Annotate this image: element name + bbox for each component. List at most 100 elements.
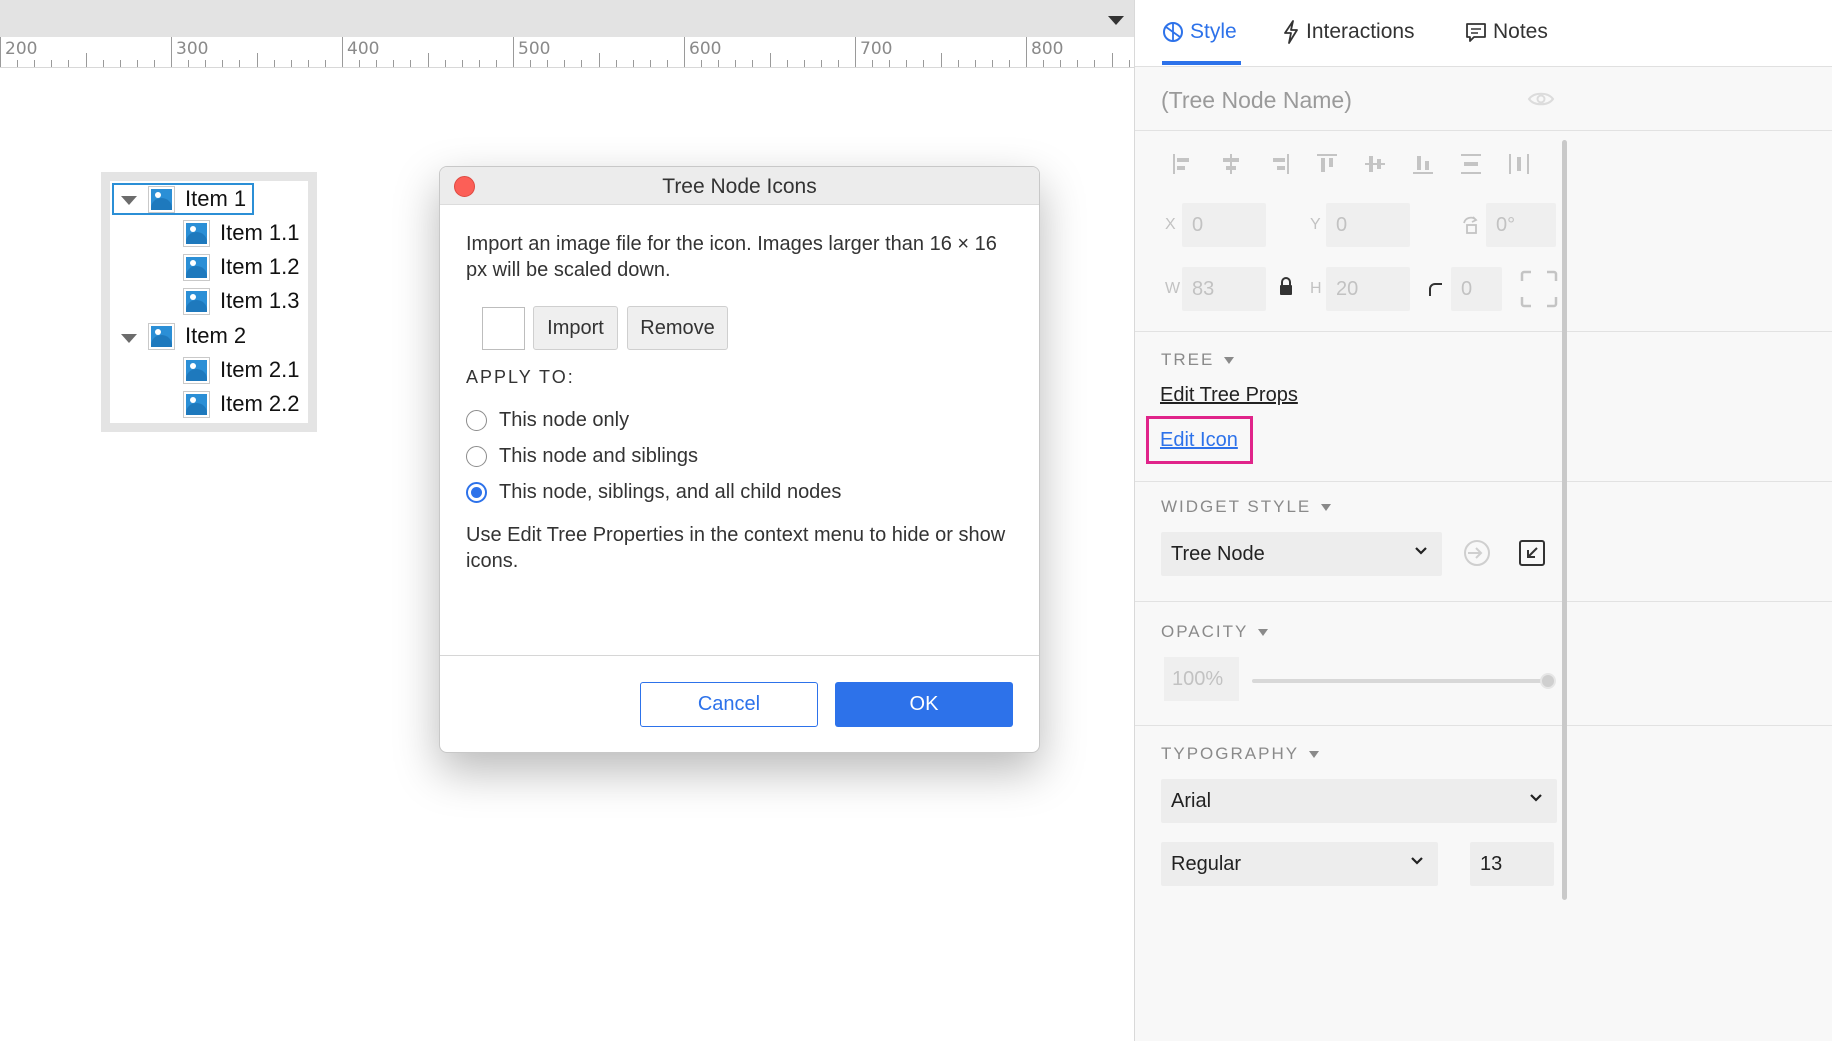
- horizontal-ruler: 200 300 400 500 600 700 800: [0, 37, 1134, 68]
- radio-this-node-only[interactable]: This node only: [466, 409, 629, 432]
- radio-label: This node, siblings, and all child nodes: [499, 481, 842, 503]
- ruler-tick: [273, 60, 275, 67]
- edit-style-icon[interactable]: [1518, 539, 1546, 567]
- radio-node-siblings-children[interactable]: This node, siblings, and all child nodes: [466, 481, 841, 504]
- ruler-tick: [410, 60, 412, 67]
- ruler-tick: [376, 60, 378, 67]
- font-size-field[interactable]: 13: [1470, 842, 1554, 886]
- corner-radius-field[interactable]: 0: [1451, 267, 1502, 311]
- caret-down-icon: [1321, 503, 1332, 511]
- ok-button[interactable]: OK: [835, 682, 1013, 727]
- panel-scrollbar[interactable]: [1562, 140, 1567, 900]
- dialog-title-bar[interactable]: Tree Node Icons: [440, 167, 1039, 205]
- radio-button-checked[interactable]: [466, 482, 487, 503]
- ruler-tick: [239, 60, 241, 67]
- section-title-text: OPACITY: [1161, 622, 1249, 641]
- ruler-tick: [153, 60, 155, 67]
- caret-down-icon: [1309, 750, 1320, 758]
- ruler-tick: [632, 60, 634, 67]
- tab-style[interactable]: Style: [1162, 20, 1237, 44]
- opacity-field[interactable]: 100%: [1164, 657, 1239, 701]
- align-top-icon[interactable]: [1315, 152, 1339, 176]
- ruler-tick: [1128, 60, 1130, 67]
- tree-node-item-1-3[interactable]: Item 1.3: [183, 285, 299, 317]
- remove-button[interactable]: Remove: [627, 306, 728, 350]
- align-right-icon[interactable]: [1267, 152, 1291, 176]
- ruler-tick: [889, 60, 891, 67]
- ruler-tick: [171, 37, 172, 67]
- ruler-tick: [786, 60, 788, 67]
- ruler-tick: [324, 60, 326, 67]
- ruler-tick: [478, 60, 480, 67]
- radio-button[interactable]: [466, 410, 487, 431]
- ruler-tick: [615, 60, 617, 67]
- ruler-tick: [444, 60, 446, 67]
- opacity-section-title[interactable]: OPACITY: [1161, 622, 1269, 642]
- tree-node-item-2[interactable]: Item 2: [148, 320, 246, 352]
- align-bottom-icon[interactable]: [1411, 152, 1435, 176]
- distribute-vertical-icon[interactable]: [1459, 152, 1483, 176]
- widget-style-section-title[interactable]: WIDGET STYLE: [1161, 497, 1332, 517]
- ruler-label: 600: [689, 39, 722, 59]
- divider: [1135, 130, 1832, 131]
- ruler-tick: [136, 60, 138, 67]
- edit-tree-props-link[interactable]: Edit Tree Props: [1160, 384, 1298, 407]
- align-center-icon[interactable]: [1219, 152, 1243, 176]
- ruler-label: 200: [5, 39, 38, 59]
- y-field[interactable]: 0: [1326, 203, 1410, 247]
- ruler-tick: [923, 60, 925, 67]
- import-button[interactable]: Import: [533, 306, 618, 350]
- divider: [1135, 331, 1832, 332]
- radio-node-and-siblings[interactable]: This node and siblings: [466, 445, 698, 468]
- node-name-input[interactable]: (Tree Node Name): [1161, 87, 1352, 114]
- image-icon: [183, 253, 210, 281]
- cancel-button[interactable]: Cancel: [640, 682, 818, 727]
- fit-to-content-icon[interactable]: [1520, 270, 1558, 308]
- tab-interactions[interactable]: Interactions: [1282, 20, 1415, 44]
- tree-node-item-1-1[interactable]: Item 1.1: [183, 217, 299, 249]
- tree-section-title[interactable]: TREE: [1161, 350, 1235, 370]
- lock-icon[interactable]: [1278, 276, 1294, 296]
- align-left-icon[interactable]: [1171, 152, 1195, 176]
- height-field[interactable]: 20: [1326, 267, 1410, 311]
- distribute-horizontal-icon[interactable]: [1507, 152, 1531, 176]
- align-middle-icon[interactable]: [1363, 152, 1387, 176]
- style-icon: [1163, 22, 1183, 42]
- chevron-down-icon: [1415, 547, 1427, 555]
- eye-icon[interactable]: [1527, 90, 1555, 108]
- tree-node-item-2-1[interactable]: Item 2.1: [183, 354, 299, 386]
- typography-section-title[interactable]: TYPOGRAPHY: [1161, 744, 1320, 764]
- ruler-tick: [0, 37, 1, 67]
- font-family-select[interactable]: Arial: [1161, 779, 1557, 823]
- dialog-title: Tree Node Icons: [662, 175, 817, 198]
- ruler-tick: [85, 53, 87, 67]
- chevron-down-icon[interactable]: [1108, 16, 1124, 25]
- ruler-tick: [34, 60, 36, 67]
- x-field[interactable]: 0: [1182, 203, 1266, 247]
- radio-button[interactable]: [466, 446, 487, 467]
- tree-node-label: Item 2: [185, 323, 247, 348]
- canvas-area[interactable]: 200 300 400 500 600 700 800 Item 1 Item …: [0, 0, 1134, 1041]
- rotation-field[interactable]: 0°: [1486, 203, 1556, 247]
- note-icon: [1466, 23, 1486, 42]
- opacity-slider-handle[interactable]: [1540, 673, 1556, 689]
- tree-widget[interactable]: Item 1 Item 1.1 Item 1.2 Item 1.3 Item 2…: [101, 172, 317, 432]
- ruler-label: 800: [1031, 39, 1064, 59]
- opacity-slider-track[interactable]: [1252, 679, 1548, 683]
- tree-node-icons-dialog: Tree Node Icons Import an image file for…: [439, 166, 1040, 753]
- ruler-tick: [290, 60, 292, 67]
- ruler-tick: [393, 60, 395, 67]
- ruler-tick: [701, 60, 703, 67]
- tree-node-label: Item 1.2: [220, 254, 300, 279]
- width-field[interactable]: 83: [1182, 267, 1266, 311]
- font-weight-select[interactable]: Regular: [1161, 842, 1438, 886]
- tab-notes[interactable]: Notes: [1465, 20, 1548, 44]
- ruler-tick: [307, 60, 309, 67]
- tree-node-item-1[interactable]: Item 1: [112, 183, 255, 215]
- caret-down-icon[interactable]: [121, 334, 137, 343]
- tree-node-item-2-2[interactable]: Item 2.2: [183, 388, 299, 420]
- apply-style-icon[interactable]: [1463, 539, 1491, 567]
- tree-node-item-1-2[interactable]: Item 1.2: [183, 251, 299, 283]
- ruler-tick: [820, 60, 822, 67]
- widget-style-select[interactable]: Tree Node: [1161, 532, 1442, 576]
